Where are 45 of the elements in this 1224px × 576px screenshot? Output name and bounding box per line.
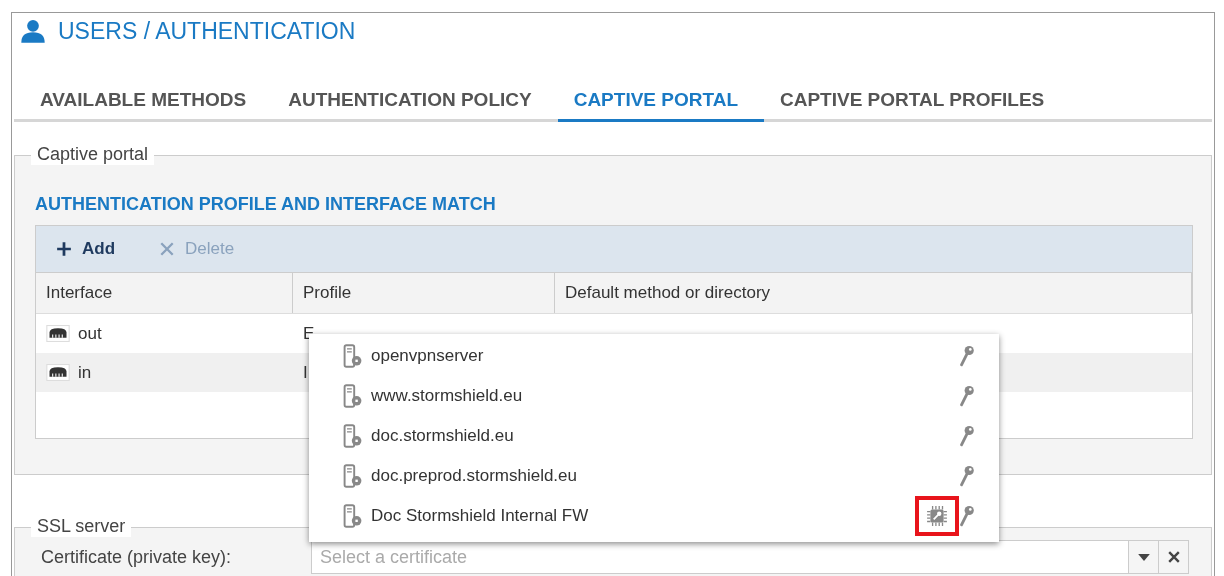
plus-icon <box>56 241 72 257</box>
server-certificate-icon <box>343 384 363 408</box>
key-icon <box>959 505 975 527</box>
caret-icon <box>1137 553 1150 561</box>
add-button[interactable]: Add <box>52 235 120 263</box>
menu-item-label: doc.preprod.stormshield.eu <box>371 466 578 486</box>
network-port-icon <box>46 364 70 381</box>
fieldset-legend: Captive portal <box>31 144 155 165</box>
server-certificate-icon <box>343 464 363 488</box>
section-title: AUTHENTICATION PROFILE AND INTERFACE MATCH <box>35 194 497 215</box>
server-certificate-icon <box>343 344 363 368</box>
close-icon <box>159 241 176 257</box>
close-icon <box>1167 551 1180 563</box>
key-icon <box>959 385 975 407</box>
table-cell: in <box>78 362 92 383</box>
menu-item-label: doc.stormshield.eu <box>371 426 515 446</box>
key-icon <box>959 465 975 487</box>
column-header[interactable]: Profile <box>293 273 555 313</box>
menu-item[interactable]: openvpnserver <box>309 336 999 376</box>
tab[interactable]: CAPTIVE PORTAL PROFILES <box>764 81 1071 122</box>
menu-item[interactable]: Doc Stormshield Internal FW <box>309 496 999 536</box>
tab[interactable]: AUTHENTICATION POLICY <box>272 81 558 122</box>
table-cell: I <box>303 362 308 383</box>
column-header[interactable]: Interface <box>36 273 293 313</box>
server-certificate-icon <box>343 504 363 528</box>
tab[interactable]: CAPTIVE PORTAL <box>557 81 764 122</box>
menu-item[interactable]: doc.stormshield.eu <box>309 416 999 456</box>
menu-item-label: Doc Stormshield Internal FW <box>371 506 590 526</box>
column-header[interactable]: Default method or directory <box>555 273 1192 313</box>
key-icon <box>959 345 975 367</box>
clear-button[interactable] <box>1158 541 1188 573</box>
menu-item[interactable]: doc.preprod.stormshield.eu <box>309 456 999 496</box>
menu-item-label: openvpnserver <box>371 346 485 366</box>
tab[interactable]: AVAILABLE METHODS <box>24 81 273 122</box>
field-label: Certificate (private key): <box>41 546 233 568</box>
menu-item-label: www.stormshield.eu <box>371 386 524 406</box>
user-icon <box>20 18 46 44</box>
dropdown-button[interactable] <box>1128 541 1158 573</box>
fieldset-legend: SSL server <box>31 516 132 537</box>
menu-item[interactable]: www.stormshield.eu <box>309 376 999 416</box>
table-cell: out <box>78 323 102 344</box>
key-icon <box>959 425 975 447</box>
page-title: USERS / AUTHENTICATION <box>58 17 356 45</box>
network-port-icon <box>46 325 70 342</box>
server-certificate-icon <box>343 424 363 448</box>
